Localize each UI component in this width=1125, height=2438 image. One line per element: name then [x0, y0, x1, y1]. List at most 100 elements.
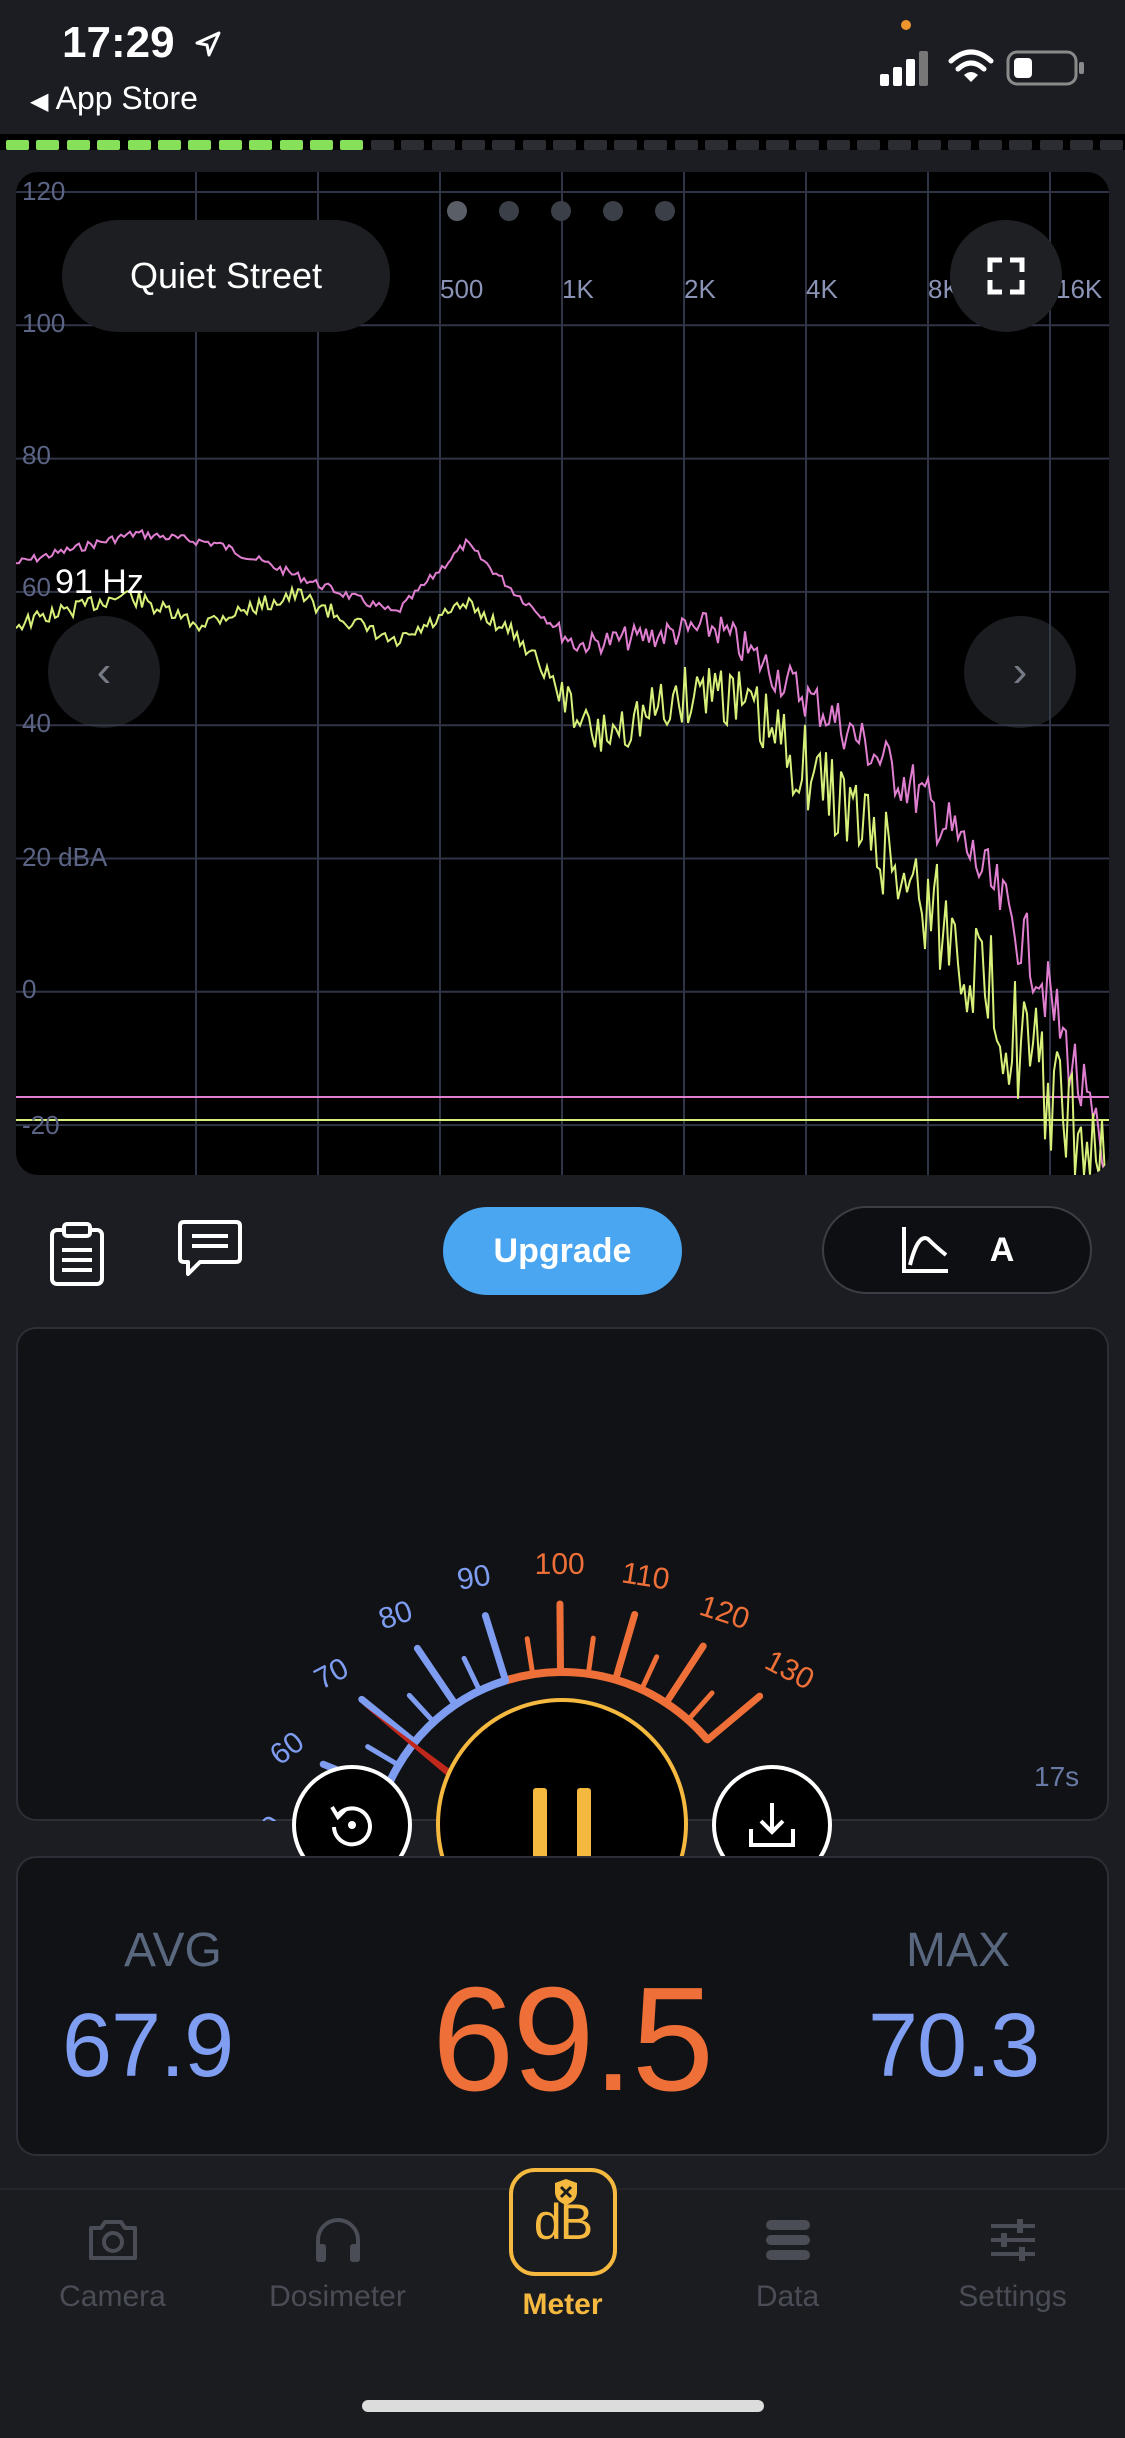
level-segment: [97, 140, 121, 150]
status-time: 17:29: [62, 18, 223, 68]
weighting-label: A: [989, 1230, 1015, 1269]
level-segment: [948, 140, 972, 150]
tab-meter[interactable]: dB Meter: [450, 2168, 675, 2322]
back-to-app-link[interactable]: ◀ App Store: [30, 80, 198, 117]
x-label-2k: 2K: [684, 274, 716, 304]
tab-dosimeter-label: Dosimeter: [269, 2280, 406, 2313]
page-dot-3[interactable]: [551, 201, 571, 221]
level-segment: [310, 140, 333, 150]
y-label-120: 120: [22, 176, 66, 206]
level-segment: [583, 140, 607, 150]
max-value: 70.3: [868, 1996, 1040, 2096]
level-segment: [462, 140, 485, 150]
level-segment: [279, 140, 303, 150]
y-label-20: 20 dBA: [22, 842, 108, 872]
level-segment: [158, 140, 181, 150]
cellular-signal-icon: [880, 51, 928, 86]
upgrade-button[interactable]: Upgrade: [443, 1207, 682, 1295]
level-segment: [553, 140, 577, 150]
download-icon: [749, 1803, 795, 1847]
y-label-80: 80: [22, 440, 51, 470]
y-label-40: 40: [22, 708, 51, 738]
gauge-tick: [524, 1636, 536, 1677]
back-app-label: App Store: [55, 80, 198, 116]
tab-data-label: Data: [755, 2280, 820, 2313]
level-segment: [36, 140, 60, 150]
level-segment: [492, 140, 516, 150]
curve-chart-icon: [901, 1227, 948, 1273]
x-label-4k: 4K: [806, 274, 838, 304]
gauge-scale-label: 80: [374, 1594, 416, 1636]
level-segment: [857, 140, 881, 150]
location-arrow-icon: [195, 31, 221, 57]
next-arrow-button[interactable]: ›: [964, 616, 1076, 728]
level-segment: [1070, 140, 1093, 150]
weighting-selector[interactable]: A: [822, 1206, 1092, 1294]
tab-camera[interactable]: Camera: [0, 2212, 225, 2314]
notification-dot: [901, 20, 911, 30]
level-segment: [6, 140, 29, 150]
back-triangle-icon: ◀: [30, 88, 49, 115]
fullscreen-button[interactable]: [950, 220, 1062, 332]
gauge-scale-label: 100: [535, 1548, 585, 1581]
level-segment: [674, 140, 698, 150]
level-segment: [1009, 140, 1033, 150]
level-segment: [1039, 140, 1063, 150]
page-dot-1[interactable]: [447, 201, 467, 221]
gauge-scale-label: 130: [760, 1644, 820, 1696]
clipboard-icon[interactable]: [44, 1220, 110, 1286]
level-segment: [918, 140, 941, 150]
page-dot-2[interactable]: [499, 201, 519, 221]
tab-dosimeter[interactable]: Dosimeter: [225, 2212, 450, 2314]
tab-camera-label: Camera: [59, 2280, 166, 2313]
wifi-icon: [948, 49, 994, 82]
level-segment: [887, 140, 911, 150]
gauge-tick: [358, 1695, 419, 1746]
x-label-16k: 16K: [1056, 274, 1103, 304]
gauge-tick: [612, 1610, 639, 1684]
tab-settings[interactable]: Settings: [900, 2212, 1125, 2314]
home-indicator: [362, 2400, 764, 2412]
avg-label: AVG: [124, 1924, 222, 1977]
y-label-neg20: -20: [22, 1110, 60, 1140]
gauge-scale-label: 50: [243, 1809, 290, 1821]
gauge-tick: [639, 1654, 660, 1692]
level-segment: [644, 140, 668, 150]
gauge-scale-label: 110: [619, 1556, 671, 1596]
prev-arrow-button[interactable]: ‹: [48, 616, 160, 728]
camera-icon: [88, 2220, 137, 2260]
page-dot-4[interactable]: [603, 201, 623, 221]
gauge-scale-label: 70: [309, 1652, 354, 1697]
level-segment: [522, 140, 546, 150]
level-segment: [766, 140, 789, 150]
level-segment: [1100, 140, 1124, 150]
elapsed-time: 17s: [1034, 1761, 1080, 1792]
gauge-tick: [585, 1635, 596, 1677]
level-segment: [705, 140, 729, 150]
db-meter-icon: dB: [508, 2168, 617, 2276]
chevron-left-icon: ‹: [96, 647, 112, 696]
y-label-60: 60: [22, 572, 51, 602]
gauge-tick: [406, 1692, 437, 1725]
pause-icon: [533, 1788, 591, 1860]
expand-icon: [987, 257, 1025, 295]
preset-pill[interactable]: Quiet Street: [62, 220, 390, 332]
level-segment: [188, 140, 212, 150]
gauge-tick: [481, 1612, 510, 1685]
gauge-scale-label: 60: [264, 1725, 311, 1771]
gauge-scale-label: 90: [455, 1559, 493, 1597]
comment-icon[interactable]: [176, 1216, 244, 1284]
gauge-tick: [413, 1644, 460, 1709]
gauge-tick: [704, 1692, 764, 1744]
max-label: MAX: [906, 1924, 1011, 1977]
y-label-100: 100: [22, 308, 66, 338]
level-segment: [370, 140, 394, 150]
time-text: 17:29: [62, 18, 175, 67]
tab-data[interactable]: Data: [675, 2212, 900, 2314]
level-segment: [249, 140, 273, 150]
page-dot-5[interactable]: [655, 201, 675, 221]
x-label-1k: 1K: [562, 274, 594, 304]
level-segment: [218, 140, 242, 150]
headphones-icon: [315, 2218, 360, 2262]
preset-label: Quiet Street: [129, 255, 323, 296]
